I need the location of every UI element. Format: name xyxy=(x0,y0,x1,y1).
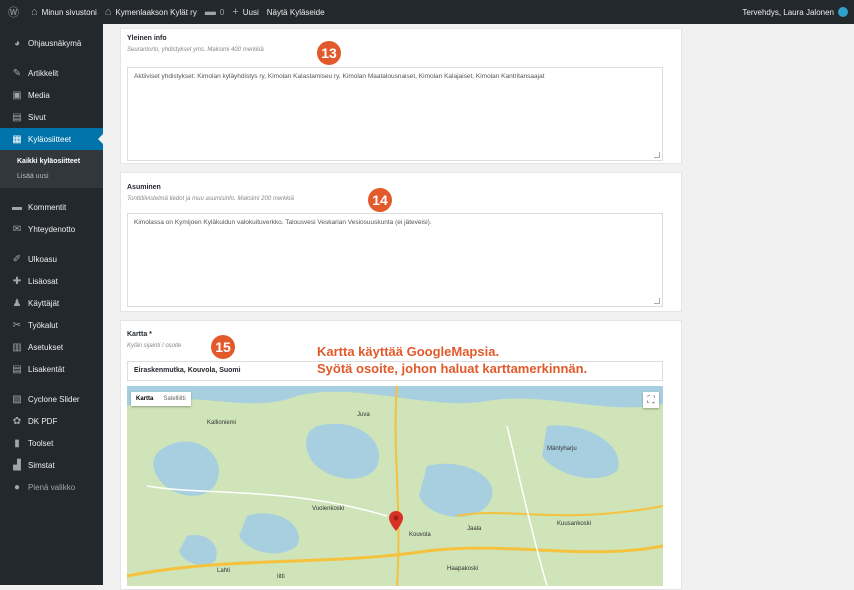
menu-dk-pdf[interactable]: ✿ DK PDF xyxy=(0,410,103,432)
resize-handle-icon[interactable] xyxy=(654,298,660,304)
comments-link[interactable]: ▬ 0 xyxy=(205,6,224,18)
menu-cyclone-slider[interactable]: ▧ Cyclone Slider xyxy=(0,388,103,410)
account-menu[interactable]: Tervehdys, Laura Jalonen xyxy=(742,0,848,24)
menu-users[interactable]: ♟ Käyttäjät xyxy=(0,292,103,314)
plus-icon: + xyxy=(232,6,239,18)
step-badge-14: 14 xyxy=(368,188,392,212)
menu-tools[interactable]: ✂ Työkalut xyxy=(0,314,103,336)
tools-icon: ✂ xyxy=(12,319,22,331)
info-field-panel: Yleinen info Seurantorto, yhdistykset ym… xyxy=(120,28,682,164)
step-badge-15: 15 xyxy=(211,335,235,359)
new-content-link[interactable]: + Uusi xyxy=(232,6,258,18)
menu-media[interactable]: ▣ Media xyxy=(0,84,103,106)
menu-plugins[interactable]: ✚ Lisäosat xyxy=(0,270,103,292)
info-textarea[interactable]: Aktiiviset yhdistykset: Kimolan kyläyhdi… xyxy=(127,67,663,161)
menu-simstat[interactable]: ▟ Simstat xyxy=(0,454,103,476)
comment-bubble-icon: ▬ xyxy=(204,6,216,18)
menu-pages[interactable]: ▤ Sivut xyxy=(0,106,103,128)
asuminen-label: Asuminen xyxy=(127,184,161,191)
step-badge-13: 13 xyxy=(317,41,341,65)
villages-submenu: Kaikki kyläosiitteet Lisää uusi xyxy=(0,150,103,188)
my-sites-link[interactable]: ⌂ Minun sivustoni xyxy=(31,6,97,18)
admin-sidebar: ◕ Ohjausnäkymä ✎ Artikkelit ▣ Media ▤ Sivut … xyxy=(0,24,103,585)
media-icon: ▣ xyxy=(12,89,22,101)
map-pin-icon[interactable] xyxy=(389,511,403,531)
map-type-map[interactable]: Kartta xyxy=(131,392,158,406)
fullscreen-icon[interactable]: ⛶ xyxy=(643,392,659,408)
asuminen-field-panel: Asuminen Tonttitiivistelmä tiedot ja muu… xyxy=(120,172,682,312)
stats-icon: ▟ xyxy=(13,459,21,471)
resize-handle-icon[interactable] xyxy=(654,152,660,158)
info-description: Seurantorto, yhdistykset yms. Maksimi 40… xyxy=(127,47,264,53)
site-name-link[interactable]: ⌂ Kymenlaakson Kylät ry xyxy=(105,6,197,18)
menu-posts[interactable]: ✎ Artikkelit xyxy=(0,62,103,84)
menu-toolset[interactable]: ▮ Toolset xyxy=(0,432,103,454)
submenu-add-new[interactable]: Lisää uusi xyxy=(0,169,103,184)
toolset-icon: ▮ xyxy=(14,437,20,449)
document-icon: ▦ xyxy=(12,133,22,145)
home-icon: ⌂ xyxy=(104,6,112,18)
asuminen-textarea[interactable]: Kimolassa on Kymijoen Kyläkuidun valokui… xyxy=(127,213,663,307)
slider-icon: ▧ xyxy=(12,393,22,405)
info-label: Yleinen info xyxy=(127,35,167,42)
menu-villages[interactable]: ▦ Kyläosiitteet xyxy=(0,128,103,150)
menu-comments[interactable]: ▬ Kommentit xyxy=(0,196,103,218)
asuminen-description: Tonttitiivistelmä tiedot ja muu asumisin… xyxy=(127,196,294,202)
settings-icon: ▥ xyxy=(12,341,22,353)
menu-custom-fields[interactable]: ▤ Lisakentät xyxy=(0,358,103,380)
wordpress-logo-icon[interactable]: Ⓦ xyxy=(8,4,23,20)
comment-icon: ▬ xyxy=(12,201,22,213)
menu-contact[interactable]: ✉ Yhteydenotto xyxy=(0,218,103,240)
kartta-label: Kartta * xyxy=(127,331,152,338)
map-type-toggle: Kartta Satelliitti xyxy=(131,392,191,406)
pin-icon: ✎ xyxy=(12,67,22,79)
map-terrain xyxy=(127,386,663,586)
sites-icon: ⌂ xyxy=(31,6,38,18)
mail-icon: ✉ xyxy=(12,223,22,235)
submenu-all-villages[interactable]: Kaikki kyläosiitteet xyxy=(0,154,103,169)
map-annotation-line-2: Syötä osoite, johon haluat karttamerkinn… xyxy=(317,361,588,376)
map-type-satellite[interactable]: Satelliitti xyxy=(158,392,190,406)
pages-icon: ▤ xyxy=(12,111,22,123)
fields-icon: ▤ xyxy=(12,363,22,375)
pdf-icon: ✿ xyxy=(12,415,22,427)
menu-appearance[interactable]: ✐ Ulkoasu xyxy=(0,248,103,270)
main-content: Yleinen info Seurantorto, yhdistykset ym… xyxy=(103,24,854,590)
admin-bar: Ⓦ ⌂ Minun sivustoni ⌂ Kymenlaakson Kylät r… xyxy=(0,0,854,24)
users-icon: ♟ xyxy=(12,297,22,309)
collapse-icon: ● xyxy=(13,481,21,493)
menu-dashboard[interactable]: ◕ Ohjausnäkymä xyxy=(0,32,103,54)
menu-settings[interactable]: ▥ Asetukset xyxy=(0,336,103,358)
view-post-link[interactable]: Näytä Kyläseide xyxy=(267,8,325,17)
plugin-icon: ✚ xyxy=(12,275,22,287)
map-annotation-line-1: Kartta käyttää GoogleMapsia. xyxy=(317,344,500,359)
brush-icon: ✐ xyxy=(12,253,22,265)
avatar xyxy=(838,7,848,17)
kartta-description: Kylän sijainti / osoite xyxy=(127,343,182,349)
menu-collapse[interactable]: ● Pienä valikko xyxy=(0,476,103,498)
dashboard-icon: ◕ xyxy=(13,37,21,49)
google-map[interactable]: Kallioniemi Juva Mäntyharju Vuolenkoski … xyxy=(127,386,663,586)
